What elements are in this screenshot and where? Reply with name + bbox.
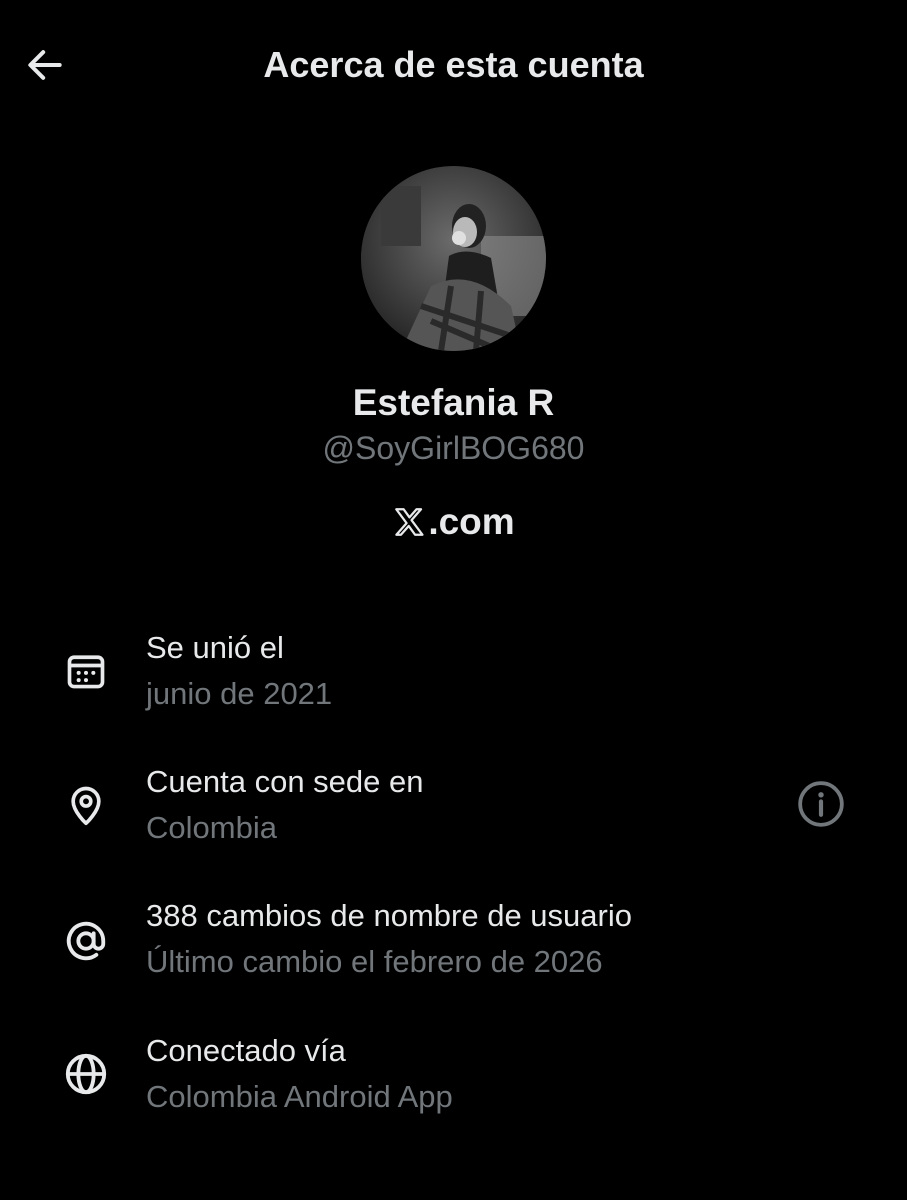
location-pin-icon (60, 779, 112, 831)
detail-value: junio de 2021 (146, 676, 333, 711)
info-icon (798, 781, 844, 827)
top-bar: Acerca de esta cuenta (0, 0, 907, 130)
detail-row-location: Cuenta con sede en Colombia (0, 759, 907, 859)
calendar-icon (60, 645, 112, 697)
detail-value: Colombia (146, 810, 277, 845)
at-sign-icon (60, 915, 112, 967)
x-logo-icon (395, 508, 424, 536)
detail-label: Conectado vía (146, 1033, 346, 1068)
detail-label: 388 cambios de nombre de usuario (146, 898, 632, 933)
detail-value: Último cambio el febrero de 2026 (146, 944, 603, 979)
detail-row-connected-via: Conectado vía Colombia Android App (0, 1028, 907, 1128)
detail-row-joined: Se unió el junio de 2021 (0, 625, 907, 725)
detail-label: Cuenta con sede en (146, 764, 424, 799)
page-title: Acerca de esta cuenta (263, 44, 644, 85)
username-handle: @SoyGirlBOG680 (322, 430, 585, 466)
info-button[interactable] (794, 777, 848, 831)
detail-row-username-changes: 388 cambios de nombre de usuario Último … (0, 893, 907, 993)
display-name: Estefania R (352, 382, 555, 423)
platform-domain: .com (428, 501, 515, 542)
globe-icon (60, 1048, 112, 1100)
avatar (361, 166, 546, 351)
platform-label: .com (0, 497, 907, 547)
detail-value: Colombia Android App (146, 1079, 453, 1114)
detail-label: Se unió el (146, 630, 284, 665)
